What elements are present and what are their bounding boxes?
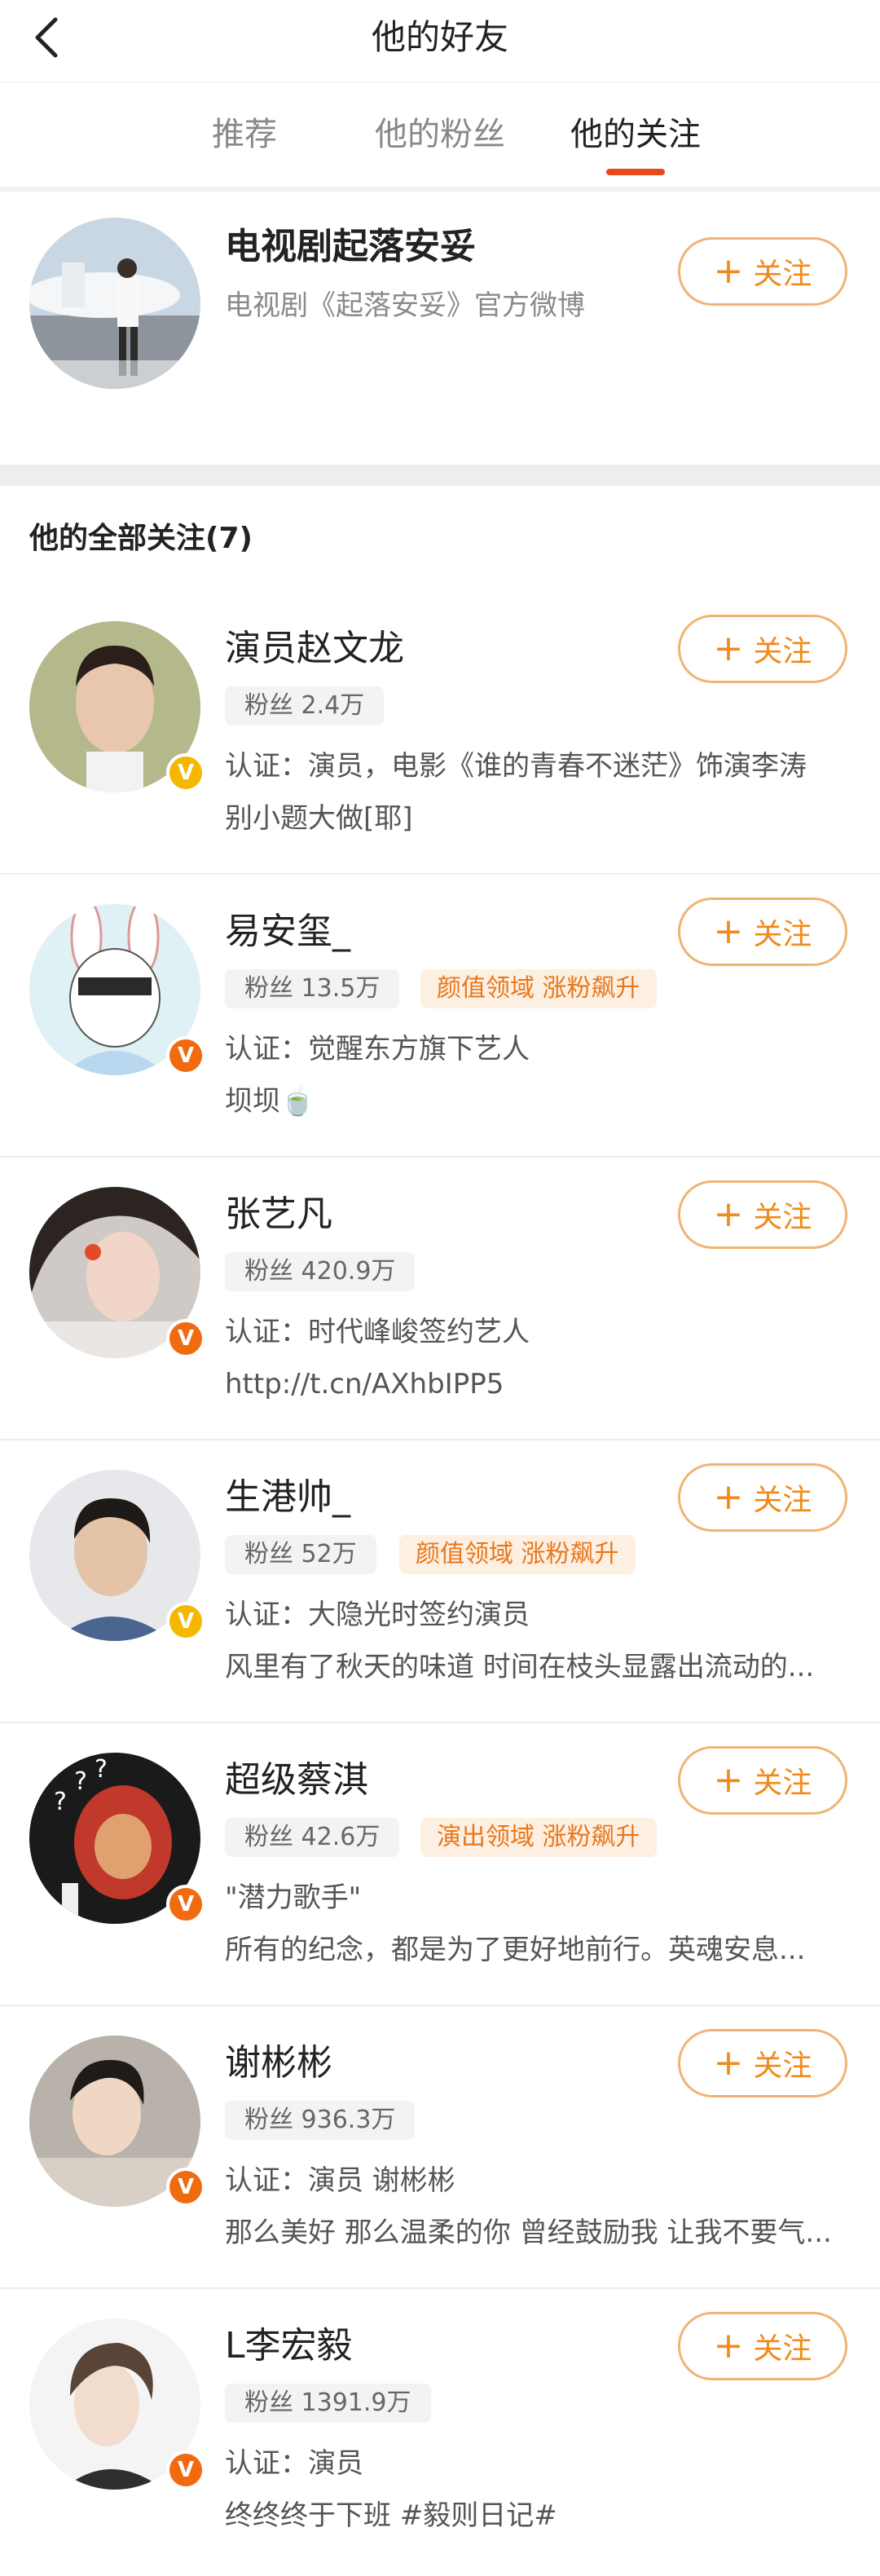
follow-label: 关注: [753, 2332, 812, 2366]
verified-badge-icon: V: [166, 753, 205, 792]
bio-text: 风里有了秋天的味道 时间在枝头显露出流动的...: [225, 1651, 815, 1683]
fans-count: 粉丝 13.5万: [225, 969, 400, 1008]
plus-icon: +: [713, 250, 744, 292]
user-name[interactable]: 超级蔡淇: [225, 1756, 368, 1805]
list-item[interactable]: V 生港帅_ 粉丝 52万 颜值领域 涨粉飙升 认证：大隐光时签约演员 风里有了…: [0, 1440, 880, 1723]
fans-count: 粉丝 52万: [225, 1535, 376, 1574]
follow-label: 关注: [753, 635, 812, 668]
list-item[interactable]: V 谢彬彬 粉丝 936.3万 认证：演员 谢彬彬 那么美好 那么温柔的你 曾经…: [0, 2006, 880, 2289]
list-item[interactable]: V 易安玺_ 粉丝 13.5万 颜值领域 涨粉飙升 认证：觉醒东方旗下艺人 坝坝…: [0, 875, 880, 1158]
verified-badge-icon: V: [166, 2168, 205, 2207]
verification-text: 认证：大隐光时签约演员: [225, 1599, 530, 1631]
bio-link[interactable]: http://t.cn/AXhbIPP5: [225, 1365, 504, 1404]
fans-count: 粉丝 2.4万: [225, 686, 385, 726]
follow-button[interactable]: + 关注: [678, 898, 847, 966]
follow-label: 关注: [753, 258, 812, 291]
plus-icon: +: [713, 1476, 744, 1518]
avatar[interactable]: [29, 218, 200, 389]
svg-text:?: ?: [95, 1755, 108, 1784]
follow-label: 关注: [753, 1201, 812, 1234]
list-item[interactable]: V L李宏毅 粉丝 1391.9万 认证：演员 终终终于下班 #毅则日记# + 关…: [0, 2289, 880, 2550]
verification-text: 认证：觉醒东方旗下艺人: [225, 1033, 530, 1065]
active-tab-indicator: [606, 169, 665, 175]
follow-label: 关注: [753, 918, 812, 951]
list-item[interactable]: V 演员赵文龙 粉丝 2.4万 认证：演员，电影《谁的青春不迷茫》饰演李涛 别小…: [0, 592, 880, 875]
bio-text: 坝坝🍵: [225, 1085, 315, 1118]
plus-icon: +: [713, 911, 744, 952]
follow-button[interactable]: + 关注: [678, 237, 847, 306]
plus-icon: +: [713, 2042, 744, 2084]
fans-count: 粉丝 420.9万: [225, 1252, 416, 1291]
plus-icon: +: [713, 1193, 744, 1235]
tab-his-fans[interactable]: 他的粉丝: [342, 82, 538, 187]
user-name[interactable]: 易安玺_: [225, 907, 350, 956]
svg-text:?: ?: [74, 1767, 87, 1796]
bio-text: 别小题大做[耶]: [225, 802, 413, 835]
trend-tag: 颜值领域 涨粉飙升: [420, 969, 657, 1008]
featured-account[interactable]: 电视剧起落安妥 电视剧《起落安妥》官方微博 + 关注: [0, 192, 880, 465]
user-name[interactable]: 生港帅_: [225, 1473, 350, 1522]
airplane-pilot-photo: [29, 218, 200, 389]
section-title: 他的全部关注(7): [29, 522, 253, 555]
user-name[interactable]: 谢彬彬: [225, 2039, 332, 2088]
follow-label: 关注: [753, 2049, 812, 2083]
verification-text: 认证：演员，电影《谁的青春不迷茫》饰演李涛: [225, 750, 807, 783]
follow-label: 关注: [753, 1484, 812, 1517]
section-gap: [0, 465, 880, 486]
verified-badge-icon: V: [166, 1036, 205, 1075]
follow-button[interactable]: + 关注: [678, 2029, 847, 2097]
bio-text: 终终终于下班 #毅则日记#: [225, 2499, 557, 2532]
tab-label: 他的关注: [570, 116, 701, 153]
verified-badge-icon: V: [166, 1885, 205, 1924]
verified-badge-icon: V: [166, 1602, 205, 1641]
list-item[interactable]: ? ? ? V 超级蔡淇 粉丝 42.6万 演出领域 涨粉飙升 "潜力歌手" 所…: [0, 1723, 880, 2006]
account-name[interactable]: 电视剧起落安妥: [225, 223, 476, 271]
user-name[interactable]: L李宏毅: [225, 2322, 353, 2371]
plus-icon: +: [713, 628, 744, 669]
bio-text: 所有的纪念，都是为了更好地前行。英魂安息...: [225, 1934, 806, 1966]
verified-badge-icon: V: [166, 2450, 205, 2490]
follow-button[interactable]: + 关注: [678, 1463, 847, 1532]
follow-button[interactable]: + 关注: [678, 1180, 847, 1249]
fans-count: 粉丝 936.3万: [225, 2101, 416, 2140]
trend-tag: 颜值领域 涨粉飙升: [399, 1535, 636, 1574]
svg-text:?: ?: [54, 1788, 67, 1816]
verification-text: 认证：时代峰峻签约艺人: [225, 1316, 530, 1348]
list-item[interactable]: V 张艺凡 粉丝 420.9万 认证：时代峰峻签约艺人 http://t.cn/…: [0, 1158, 880, 1440]
verification-text: 认证：演员 谢彬彬: [225, 2164, 455, 2197]
fans-count: 粉丝 42.6万: [225, 1818, 400, 1857]
follow-button[interactable]: + 关注: [678, 615, 847, 683]
account-description: 电视剧《起落安妥》官方微博: [225, 289, 585, 322]
follow-button[interactable]: + 关注: [678, 1746, 847, 1815]
user-name[interactable]: 张艺凡: [225, 1190, 332, 1239]
plus-icon: +: [713, 1759, 744, 1801]
top-bar: 他的好友: [0, 0, 880, 82]
user-name[interactable]: 演员赵文龙: [225, 624, 404, 673]
verification-text: "潜力歌手": [225, 1881, 362, 1914]
bio-text: 那么美好 那么温柔的你 曾经鼓励我 让我不要气...: [225, 2217, 832, 2249]
tab-recommend[interactable]: 推荐: [147, 82, 342, 187]
page-title: 他的好友: [371, 17, 508, 57]
follow-label: 关注: [753, 1767, 812, 1800]
follow-button[interactable]: + 关注: [678, 2312, 847, 2380]
trend-tag: 演出领域 涨粉飙升: [420, 1818, 657, 1857]
tab-label: 推荐: [212, 116, 277, 153]
plus-icon: +: [713, 2325, 744, 2366]
tab-bar: 推荐 他的粉丝 他的关注: [0, 82, 880, 187]
fans-count: 粉丝 1391.9万: [225, 2384, 431, 2423]
verification-text: 认证：演员: [225, 2447, 363, 2480]
verified-badge-icon: V: [166, 1319, 205, 1358]
tab-label: 他的粉丝: [375, 116, 505, 153]
tab-his-follows[interactable]: 他的关注: [538, 82, 733, 187]
